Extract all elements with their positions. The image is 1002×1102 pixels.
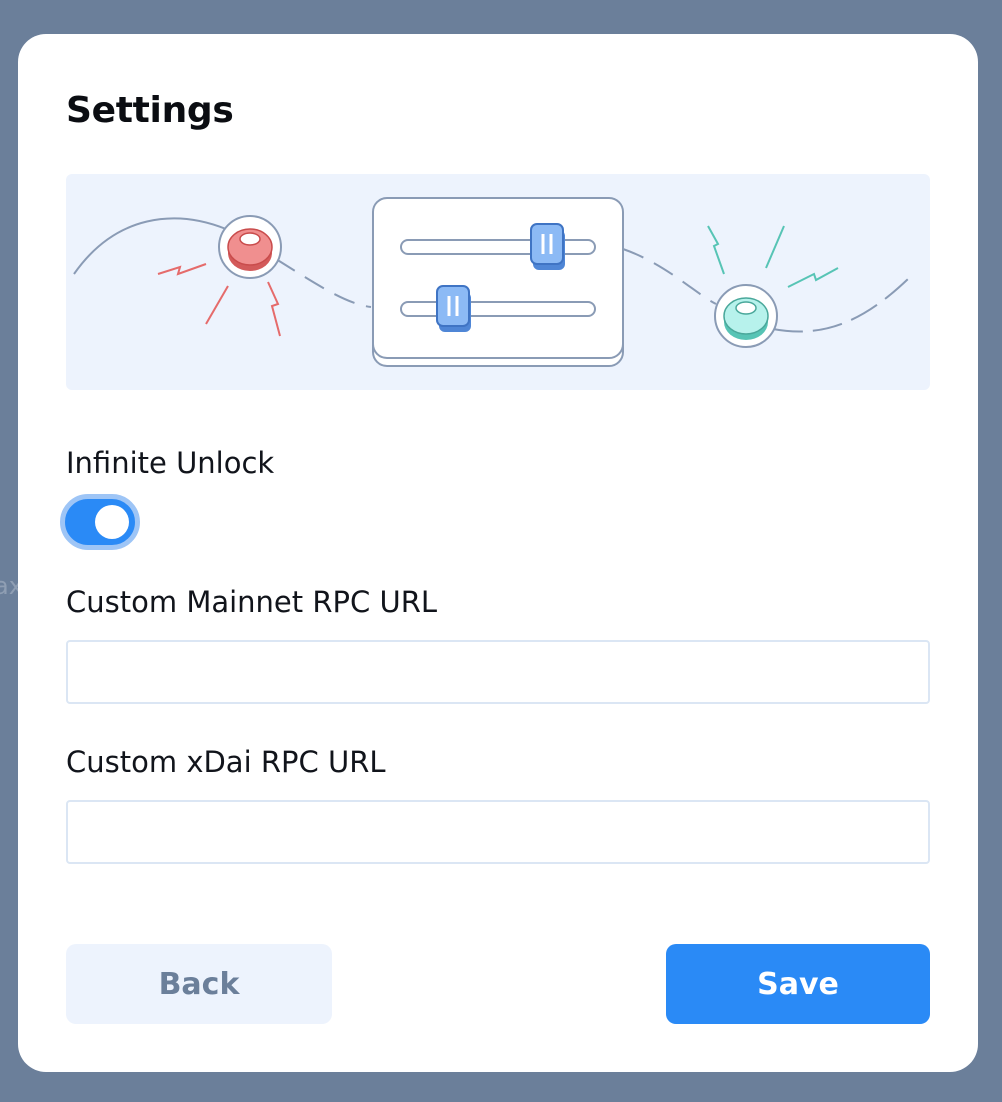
infinite-unlock-toggle[interactable] xyxy=(60,494,140,550)
infinite-unlock-label: Infinite Unlock xyxy=(66,446,275,480)
back-button[interactable]: Back xyxy=(66,944,332,1024)
settings-illustration xyxy=(66,174,930,390)
toggle-knob xyxy=(95,505,129,539)
xdai-rpc-input[interactable] xyxy=(66,800,930,864)
mainnet-rpc-input[interactable] xyxy=(66,640,930,704)
settings-modal: Settings Infinite Unlock Custom Mainnet … xyxy=(18,34,978,1072)
xdai-rpc-label: Custom xDai RPC URL xyxy=(66,745,386,779)
modal-title: Settings xyxy=(66,90,234,131)
save-button[interactable]: Save xyxy=(666,944,930,1024)
mainnet-rpc-label: Custom Mainnet RPC URL xyxy=(66,585,437,619)
